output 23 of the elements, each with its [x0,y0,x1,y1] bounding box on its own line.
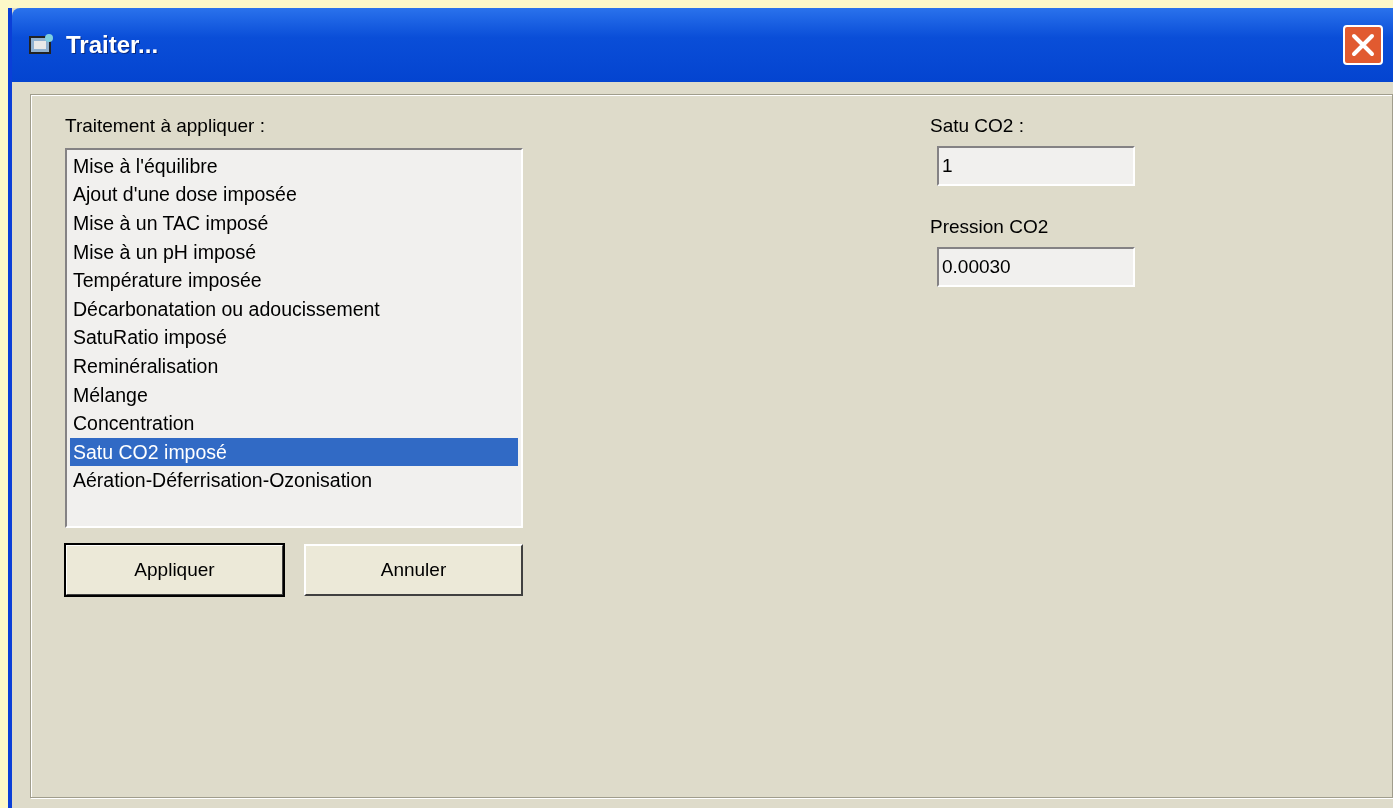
list-item[interactable]: Mise à un TAC imposé [70,209,518,238]
close-icon [1351,33,1375,57]
input-field[interactable]: 1 [937,145,1135,186]
list-item[interactable]: Concentration [70,409,518,438]
list-item[interactable]: Décarbonatation ou adoucissement [70,294,518,324]
list-item[interactable]: Température imposée [70,266,518,295]
field-label: Satu CO2 : [930,115,1025,138]
cancel-button[interactable]: Annuler [304,543,523,596]
window-icon [28,33,54,57]
list-label: Traitement à appliquer : [65,115,266,138]
apply-button[interactable]: Appliquer [65,543,284,596]
list-item[interactable]: Mélange [70,380,518,410]
field-label: Pression CO2 [930,215,1050,239]
list-item[interactable]: Reminéralisation [70,351,518,381]
list-item[interactable]: Mise à un pH imposé [70,237,518,267]
list-item[interactable]: Ajout d'une dose imposée [70,180,518,209]
list-item[interactable]: Aération-Déferrisation-Ozonisation [70,466,518,495]
window-title: Traiter... [66,30,159,60]
input-field[interactable]: 0.00030 [937,246,1135,287]
list-item[interactable]: SatuRatio imposé [70,323,518,352]
close-button[interactable] [1343,25,1383,65]
list-item[interactable]: Mise à l'équilibre [70,151,518,181]
list-item[interactable]: Satu CO2 imposé [70,437,518,467]
